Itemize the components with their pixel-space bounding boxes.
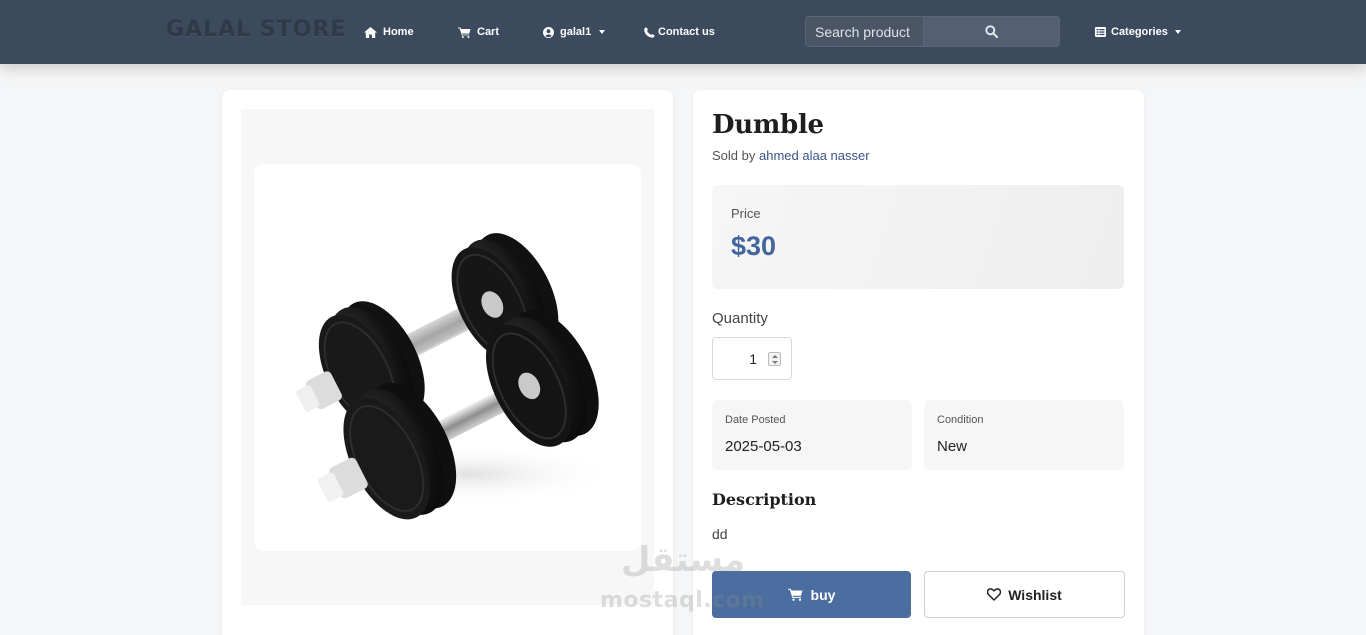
- product-image[interactable]: [254, 164, 641, 551]
- cart-icon: [458, 27, 471, 38]
- quantity-label: Quantity: [712, 310, 768, 327]
- buy-button[interactable]: buy: [712, 571, 911, 618]
- nav-categories-dropdown[interactable]: Categories: [1095, 24, 1181, 40]
- chevron-down-icon: [1174, 30, 1181, 34]
- chevron-down-icon: [599, 30, 606, 34]
- product-title: Dumble: [712, 110, 824, 140]
- chevron-up-icon: [772, 355, 778, 358]
- nav-user-dropdown[interactable]: galal1: [543, 24, 606, 40]
- search-bar: [805, 16, 1060, 47]
- nav-cart[interactable]: Cart: [458, 24, 499, 40]
- phone-icon: [644, 26, 655, 38]
- dumbbells-image: [296, 233, 619, 520]
- quantity-spinner[interactable]: [768, 352, 781, 366]
- search-icon: [985, 25, 998, 38]
- user-circle-icon: [543, 26, 554, 38]
- price-box: Price $30: [712, 185, 1124, 289]
- condition-value: New: [937, 438, 968, 455]
- brand-logo[interactable]: GALAL STORE: [166, 17, 346, 42]
- condition-box: Condition New: [924, 400, 1124, 470]
- chevron-down-icon: [772, 361, 778, 364]
- nav-home[interactable]: Home: [364, 24, 414, 40]
- sold-by: Sold by ahmed alaa nasser: [712, 148, 870, 163]
- seller-link[interactable]: ahmed alaa nasser: [759, 148, 870, 163]
- nav-categories-label: Categories: [1111, 26, 1168, 38]
- date-posted-box: Date Posted 2025-05-03: [712, 400, 912, 470]
- heart-icon: [987, 588, 1002, 601]
- nav-contact[interactable]: Contact us: [644, 24, 715, 40]
- product-image-frame: [241, 109, 654, 605]
- product-detail-card: Dumble Sold by ahmed alaa nasser Price $…: [693, 90, 1144, 635]
- price-label: Price: [731, 206, 761, 221]
- navbar: GALAL STORE Home Cart galal1 Contact us …: [0, 0, 1366, 64]
- buy-button-label: buy: [810, 586, 836, 603]
- description-text: dd: [712, 526, 728, 542]
- date-posted-label: Date Posted: [725, 414, 786, 426]
- nav-user-label: galal1: [560, 26, 592, 38]
- condition-label: Condition: [937, 414, 984, 426]
- search-button[interactable]: [924, 17, 1059, 46]
- wishlist-button[interactable]: Wishlist: [924, 571, 1125, 618]
- nav-contact-label: Contact us: [658, 26, 715, 38]
- search-input[interactable]: [806, 17, 924, 46]
- cart-icon: [787, 588, 803, 601]
- nav-cart-label: Cart: [477, 26, 500, 38]
- list-icon: [1095, 27, 1106, 37]
- nav-home-label: Home: [383, 26, 414, 38]
- wishlist-button-label: Wishlist: [1008, 586, 1062, 603]
- home-icon: [364, 26, 377, 38]
- description-title: Description: [712, 490, 817, 509]
- product-image-card: [222, 90, 673, 635]
- quantity-stepper: [712, 337, 792, 380]
- price-value: $30: [731, 231, 777, 261]
- quantity-input[interactable]: [713, 338, 771, 379]
- sold-by-label: Sold by: [712, 148, 756, 163]
- date-posted-value: 2025-05-03: [725, 438, 802, 455]
